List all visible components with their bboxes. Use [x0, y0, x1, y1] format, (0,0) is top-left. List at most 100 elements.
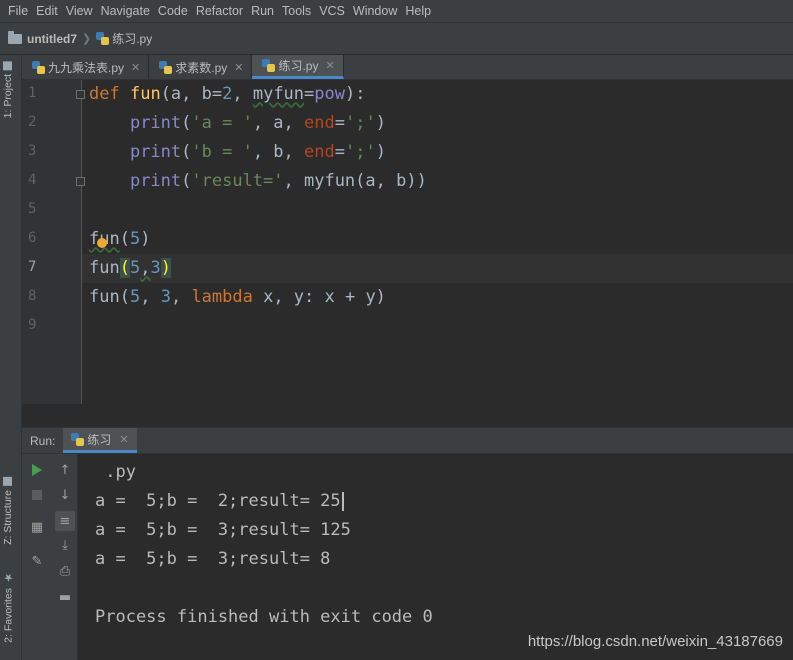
- project-tab-label: 1: Project: [2, 74, 14, 119]
- watermark: https://blog.csdn.net/weixin_43187669: [527, 633, 783, 650]
- code-text: , a,: [252, 113, 304, 133]
- code-text: ):: [345, 84, 366, 104]
- number-literal: 5: [129, 287, 141, 307]
- tab-multiplication-table[interactable]: 九九乘法表.py ✕: [22, 55, 150, 79]
- favorites-tool-tab[interactable]: 2: Favorites ★: [2, 571, 16, 643]
- clear-button[interactable]: ▬: [55, 587, 75, 607]
- menu-file[interactable]: File: [4, 4, 32, 18]
- string-literal: 'a = ': [191, 113, 253, 133]
- number-literal: 3: [150, 258, 161, 278]
- code-text: x, y: x + y): [252, 287, 386, 307]
- tab-label: 求素数.py: [175, 60, 228, 75]
- menu-run[interactable]: Run: [247, 4, 278, 18]
- code-text: (: [181, 113, 192, 133]
- console-line: Process finished with exit code 0: [95, 607, 433, 627]
- run-tab[interactable]: 练习 ✕: [63, 428, 137, 453]
- builtin-name: print: [129, 171, 182, 191]
- parameter-name: myfun: [252, 84, 305, 104]
- code-text: (a, b=: [160, 84, 223, 104]
- code-line-3[interactable]: print('b = ', b, end=';'): [89, 138, 386, 167]
- left-tool-strip: 1: Project Z: Structure 2: Favorites ★: [0, 55, 22, 660]
- tab-primes[interactable]: 求素数.py ✕: [149, 55, 253, 79]
- menu-vcs[interactable]: VCS: [315, 4, 349, 18]
- console-text: a = 5;b = 2;result= 25: [95, 491, 341, 511]
- code-text: (: [119, 229, 130, 249]
- code-line-2[interactable]: print('a = ', a, end=';'): [89, 109, 386, 138]
- code-line-7[interactable]: fun(5,3): [89, 254, 171, 283]
- line-number: 5: [28, 201, 37, 217]
- structure-tool-tab[interactable]: Z: Structure: [2, 477, 14, 545]
- close-icon[interactable]: ✕: [131, 61, 140, 74]
- scroll-end-icon: ⤓: [62, 537, 68, 553]
- code-line-1[interactable]: def fun(a, b=2, myfun=pow):: [89, 80, 365, 109]
- console-line: a = 5;b = 3;result= 8: [95, 549, 331, 569]
- close-icon[interactable]: ✕: [234, 61, 243, 74]
- fold-marker[interactable]: [76, 177, 85, 186]
- number-literal: 5: [129, 229, 141, 249]
- string-literal: 'b = ': [191, 142, 253, 162]
- menu-edit[interactable]: Edit: [32, 4, 62, 18]
- scroll-up-button[interactable]: ↑: [55, 460, 75, 480]
- code-text: , b,: [252, 142, 304, 162]
- number-literal: 5: [129, 258, 141, 278]
- builtin-name: pow: [314, 84, 345, 104]
- editor-tabs: 九九乘法表.py ✕ 求素数.py ✕ 练习.py ✕: [22, 55, 793, 80]
- line-number-gutter: 1 2 3 4 5 6 7 8 9: [22, 80, 85, 404]
- menu-code[interactable]: Code: [154, 4, 192, 18]
- close-icon[interactable]: ✕: [325, 59, 334, 72]
- code-text: (: [181, 142, 192, 162]
- layout-icon: ▦: [30, 519, 44, 535]
- arrow-up-icon: ↑: [59, 462, 71, 478]
- number-literal: 3: [160, 287, 171, 307]
- menu-refactor[interactable]: Refactor: [192, 4, 247, 18]
- pin-button[interactable]: ✎: [27, 551, 47, 571]
- run-toolbar: ↑ ↓ ≡ ▦ ⤓ ✎ ⎙ ▬: [22, 454, 78, 660]
- breadcrumb-file[interactable]: 练习.py: [112, 30, 152, 47]
- menu-tools[interactable]: Tools: [278, 4, 315, 18]
- breadcrumb: untitled7 ❯ 练习.py: [0, 23, 793, 55]
- function-call: fun: [89, 287, 120, 307]
- string-literal: 'result=': [191, 171, 284, 191]
- python-icon: [71, 432, 85, 446]
- stop-button[interactable]: [27, 485, 47, 505]
- code-line-4[interactable]: print('result=', myfun(a, b)): [89, 167, 427, 196]
- code-editor[interactable]: 1 2 3 4 5 6 7 8 9 def fun(a, b=2, myfun=…: [22, 80, 793, 404]
- rerun-button[interactable]: [27, 460, 47, 480]
- print-button[interactable]: ⎙: [55, 561, 75, 581]
- run-tab-label: 练习: [87, 432, 112, 447]
- line-number: 2: [28, 114, 37, 130]
- builtin-name: print: [129, 142, 182, 162]
- string-literal: ';': [344, 113, 376, 133]
- code-line-8[interactable]: fun(5, 3, lambda x, y: x + y): [89, 283, 386, 312]
- breadcrumb-project[interactable]: untitled7: [27, 32, 77, 46]
- arrow-down-icon: ↓: [59, 487, 71, 503]
- code-text: ): [375, 113, 386, 133]
- console-line: a = 5;b = 3;result= 125: [95, 520, 351, 540]
- code-text: =: [304, 84, 315, 104]
- run-console[interactable]: .py a = 5;b = 2;result= 25 a = 5;b = 3;r…: [79, 454, 793, 660]
- run-label: Run:: [30, 433, 56, 448]
- code-text: ,: [140, 258, 151, 278]
- project-tool-tab[interactable]: 1: Project: [2, 61, 14, 118]
- line-number: 6: [28, 230, 37, 246]
- tab-practice[interactable]: 练习.py ✕: [252, 55, 344, 79]
- menu-help[interactable]: Help: [401, 4, 435, 18]
- scroll-to-end-button[interactable]: ⤓: [55, 535, 75, 555]
- scroll-down-button[interactable]: ↓: [55, 485, 75, 505]
- code-text: ,: [232, 84, 253, 104]
- menu-bar: File Edit View Navigate Code Refactor Ru…: [0, 0, 793, 23]
- close-icon[interactable]: ✕: [119, 433, 128, 446]
- line-number-current: 7: [28, 259, 37, 275]
- menu-view[interactable]: View: [62, 4, 97, 18]
- code-text: ): [375, 142, 386, 162]
- soft-wrap-button[interactable]: ≡: [55, 511, 75, 531]
- intention-bulb-icon[interactable]: [97, 238, 107, 248]
- line-number: 4: [28, 172, 37, 188]
- menu-window[interactable]: Window: [349, 4, 401, 18]
- menu-navigate[interactable]: Navigate: [97, 4, 154, 18]
- fold-marker[interactable]: [76, 90, 85, 99]
- function-name: fun: [129, 84, 161, 104]
- current-line-highlight: [82, 254, 793, 283]
- layout-button[interactable]: ▦: [27, 517, 47, 537]
- builtin-name: print: [129, 113, 182, 133]
